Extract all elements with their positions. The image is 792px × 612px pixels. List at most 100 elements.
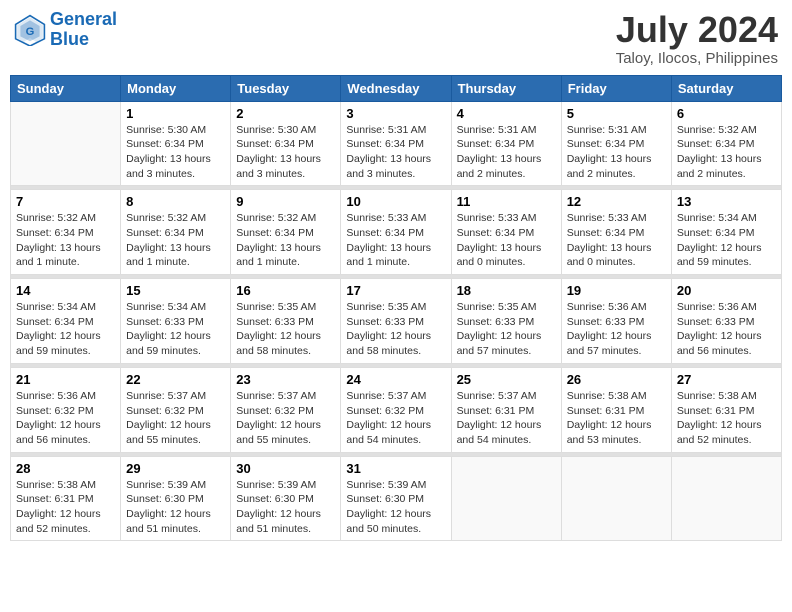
sunset-text: Sunset: 6:34 PM bbox=[567, 138, 645, 150]
daylight-text: Daylight: 12 hours and 58 minutes. bbox=[236, 330, 321, 357]
sunset-text: Sunset: 6:34 PM bbox=[126, 227, 204, 239]
table-cell: 23 Sunrise: 5:37 AM Sunset: 6:32 PM Dayl… bbox=[231, 367, 341, 452]
table-cell: 27 Sunrise: 5:38 AM Sunset: 6:31 PM Dayl… bbox=[671, 367, 781, 452]
day-info: Sunrise: 5:36 AM Sunset: 6:33 PM Dayligh… bbox=[677, 300, 776, 359]
day-number: 26 bbox=[567, 372, 666, 387]
table-cell: 19 Sunrise: 5:36 AM Sunset: 6:33 PM Dayl… bbox=[561, 279, 671, 364]
table-cell: 31 Sunrise: 5:39 AM Sunset: 6:30 PM Dayl… bbox=[341, 456, 451, 541]
sunset-text: Sunset: 6:34 PM bbox=[457, 138, 535, 150]
table-cell: 13 Sunrise: 5:34 AM Sunset: 6:34 PM Dayl… bbox=[671, 190, 781, 275]
day-number: 2 bbox=[236, 106, 335, 121]
daylight-text: Daylight: 12 hours and 54 minutes. bbox=[457, 419, 542, 446]
daylight-text: Daylight: 13 hours and 2 minutes. bbox=[677, 153, 762, 180]
sunrise-text: Sunrise: 5:31 AM bbox=[457, 124, 537, 136]
sunrise-text: Sunrise: 5:37 AM bbox=[457, 390, 537, 402]
day-number: 1 bbox=[126, 106, 225, 121]
table-cell: 8 Sunrise: 5:32 AM Sunset: 6:34 PM Dayli… bbox=[121, 190, 231, 275]
table-cell: 7 Sunrise: 5:32 AM Sunset: 6:34 PM Dayli… bbox=[11, 190, 121, 275]
title-block: July 2024 Taloy, Ilocos, Philippines bbox=[616, 10, 778, 67]
day-info: Sunrise: 5:35 AM Sunset: 6:33 PM Dayligh… bbox=[346, 300, 445, 359]
table-cell: 22 Sunrise: 5:37 AM Sunset: 6:32 PM Dayl… bbox=[121, 367, 231, 452]
daylight-text: Daylight: 12 hours and 59 minutes. bbox=[677, 242, 762, 269]
sunrise-text: Sunrise: 5:38 AM bbox=[16, 479, 96, 491]
day-number: 12 bbox=[567, 194, 666, 209]
calendar-header-row: Sunday Monday Tuesday Wednesday Thursday… bbox=[11, 75, 782, 101]
sunset-text: Sunset: 6:34 PM bbox=[126, 138, 204, 150]
sunrise-text: Sunrise: 5:32 AM bbox=[236, 212, 316, 224]
day-number: 14 bbox=[16, 283, 115, 298]
sunset-text: Sunset: 6:31 PM bbox=[677, 405, 755, 417]
sunset-text: Sunset: 6:32 PM bbox=[126, 405, 204, 417]
day-info: Sunrise: 5:30 AM Sunset: 6:34 PM Dayligh… bbox=[126, 123, 225, 182]
page-header: G General Blue July 2024 Taloy, Ilocos, … bbox=[10, 10, 782, 67]
day-info: Sunrise: 5:38 AM Sunset: 6:31 PM Dayligh… bbox=[16, 478, 115, 537]
day-info: Sunrise: 5:30 AM Sunset: 6:34 PM Dayligh… bbox=[236, 123, 335, 182]
table-cell: 25 Sunrise: 5:37 AM Sunset: 6:31 PM Dayl… bbox=[451, 367, 561, 452]
day-number: 11 bbox=[457, 194, 556, 209]
sunset-text: Sunset: 6:34 PM bbox=[567, 227, 645, 239]
day-info: Sunrise: 5:32 AM Sunset: 6:34 PM Dayligh… bbox=[126, 211, 225, 270]
day-number: 3 bbox=[346, 106, 445, 121]
day-info: Sunrise: 5:38 AM Sunset: 6:31 PM Dayligh… bbox=[677, 389, 776, 448]
sunrise-text: Sunrise: 5:34 AM bbox=[677, 212, 757, 224]
day-number: 6 bbox=[677, 106, 776, 121]
day-number: 10 bbox=[346, 194, 445, 209]
sunrise-text: Sunrise: 5:39 AM bbox=[346, 479, 426, 491]
sunrise-text: Sunrise: 5:39 AM bbox=[126, 479, 206, 491]
table-cell: 1 Sunrise: 5:30 AM Sunset: 6:34 PM Dayli… bbox=[121, 101, 231, 186]
day-number: 17 bbox=[346, 283, 445, 298]
table-cell: 16 Sunrise: 5:35 AM Sunset: 6:33 PM Dayl… bbox=[231, 279, 341, 364]
calendar-table: Sunday Monday Tuesday Wednesday Thursday… bbox=[10, 75, 782, 542]
table-cell: 6 Sunrise: 5:32 AM Sunset: 6:34 PM Dayli… bbox=[671, 101, 781, 186]
sunset-text: Sunset: 6:33 PM bbox=[457, 316, 535, 328]
daylight-text: Daylight: 12 hours and 54 minutes. bbox=[346, 419, 431, 446]
sunset-text: Sunset: 6:34 PM bbox=[236, 227, 314, 239]
daylight-text: Daylight: 12 hours and 50 minutes. bbox=[346, 508, 431, 535]
daylight-text: Daylight: 13 hours and 2 minutes. bbox=[567, 153, 652, 180]
sunrise-text: Sunrise: 5:31 AM bbox=[346, 124, 426, 136]
day-info: Sunrise: 5:33 AM Sunset: 6:34 PM Dayligh… bbox=[567, 211, 666, 270]
day-number: 24 bbox=[346, 372, 445, 387]
sunset-text: Sunset: 6:34 PM bbox=[677, 227, 755, 239]
sunset-text: Sunset: 6:34 PM bbox=[346, 138, 424, 150]
day-number: 23 bbox=[236, 372, 335, 387]
table-cell bbox=[671, 456, 781, 541]
daylight-text: Daylight: 12 hours and 59 minutes. bbox=[126, 330, 211, 357]
table-cell: 11 Sunrise: 5:33 AM Sunset: 6:34 PM Dayl… bbox=[451, 190, 561, 275]
daylight-text: Daylight: 13 hours and 0 minutes. bbox=[457, 242, 542, 269]
sunset-text: Sunset: 6:30 PM bbox=[346, 493, 424, 505]
week-row-4: 21 Sunrise: 5:36 AM Sunset: 6:32 PM Dayl… bbox=[11, 367, 782, 452]
sunrise-text: Sunrise: 5:35 AM bbox=[236, 301, 316, 313]
sunset-text: Sunset: 6:34 PM bbox=[346, 227, 424, 239]
week-row-5: 28 Sunrise: 5:38 AM Sunset: 6:31 PM Dayl… bbox=[11, 456, 782, 541]
sunrise-text: Sunrise: 5:30 AM bbox=[236, 124, 316, 136]
col-thursday: Thursday bbox=[451, 75, 561, 101]
sunrise-text: Sunrise: 5:32 AM bbox=[677, 124, 757, 136]
svg-text:G: G bbox=[26, 26, 35, 38]
sunset-text: Sunset: 6:32 PM bbox=[16, 405, 94, 417]
table-cell bbox=[451, 456, 561, 541]
day-info: Sunrise: 5:34 AM Sunset: 6:34 PM Dayligh… bbox=[16, 300, 115, 359]
day-info: Sunrise: 5:35 AM Sunset: 6:33 PM Dayligh… bbox=[457, 300, 556, 359]
col-sunday: Sunday bbox=[11, 75, 121, 101]
table-cell: 24 Sunrise: 5:37 AM Sunset: 6:32 PM Dayl… bbox=[341, 367, 451, 452]
day-info: Sunrise: 5:32 AM Sunset: 6:34 PM Dayligh… bbox=[236, 211, 335, 270]
table-cell bbox=[561, 456, 671, 541]
month-year: July 2024 bbox=[616, 10, 778, 50]
table-cell bbox=[11, 101, 121, 186]
sunrise-text: Sunrise: 5:37 AM bbox=[346, 390, 426, 402]
daylight-text: Daylight: 12 hours and 57 minutes. bbox=[457, 330, 542, 357]
logo-text: General Blue bbox=[50, 10, 117, 50]
day-number: 27 bbox=[677, 372, 776, 387]
daylight-text: Daylight: 12 hours and 56 minutes. bbox=[16, 419, 101, 446]
daylight-text: Daylight: 12 hours and 57 minutes. bbox=[567, 330, 652, 357]
sunset-text: Sunset: 6:31 PM bbox=[16, 493, 94, 505]
day-number: 28 bbox=[16, 461, 115, 476]
week-row-3: 14 Sunrise: 5:34 AM Sunset: 6:34 PM Dayl… bbox=[11, 279, 782, 364]
table-cell: 21 Sunrise: 5:36 AM Sunset: 6:32 PM Dayl… bbox=[11, 367, 121, 452]
daylight-text: Daylight: 13 hours and 2 minutes. bbox=[457, 153, 542, 180]
day-info: Sunrise: 5:39 AM Sunset: 6:30 PM Dayligh… bbox=[126, 478, 225, 537]
day-info: Sunrise: 5:39 AM Sunset: 6:30 PM Dayligh… bbox=[236, 478, 335, 537]
week-row-2: 7 Sunrise: 5:32 AM Sunset: 6:34 PM Dayli… bbox=[11, 190, 782, 275]
daylight-text: Daylight: 12 hours and 55 minutes. bbox=[236, 419, 321, 446]
